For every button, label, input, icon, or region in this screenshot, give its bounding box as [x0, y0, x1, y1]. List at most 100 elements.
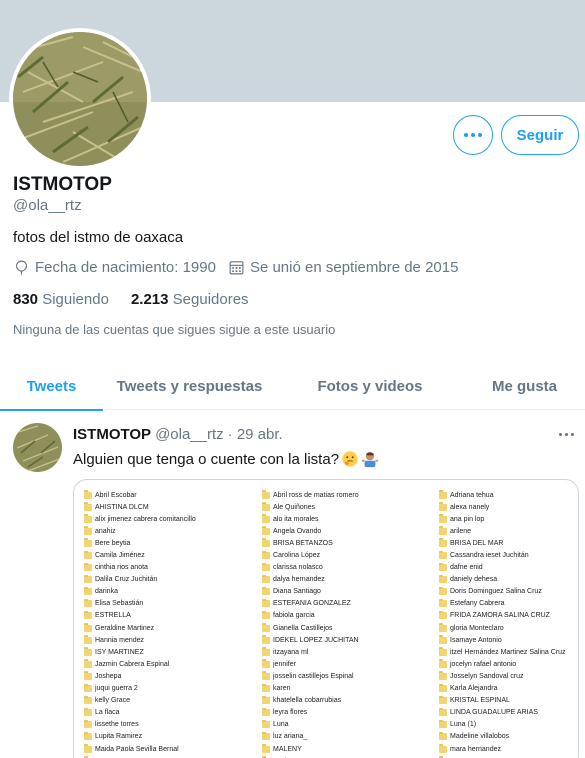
folder-list-item: Cassandra ieset Juchitán [439, 549, 566, 561]
folder-icon [84, 538, 92, 547]
folder-list-item: daniely dehesa [439, 574, 566, 586]
folder-list-item: Maida Paola Sevilla Bernal [84, 743, 196, 755]
follow-button[interactable]: Seguir [501, 115, 579, 155]
folder-name: Elisa Sebastián [95, 600, 144, 608]
folder-name: karen [273, 685, 291, 693]
folder-name: lissethe torres [95, 721, 139, 729]
folder-list-item: Hannia mendez [84, 634, 196, 646]
folder-icon [262, 623, 270, 632]
thinking-face-icon [342, 451, 358, 467]
birthdate: Fecha de nacimiento: 1990 [13, 259, 216, 276]
folder-name: Adriana tehua [450, 491, 494, 499]
folder-list-item: ISY MARTINEZ [84, 646, 196, 658]
tab-tweets[interactable]: Tweets [0, 362, 103, 411]
folder-icon [262, 719, 270, 729]
folder-icon [84, 671, 92, 680]
folder-icon [439, 671, 447, 680]
folder-icon [262, 586, 270, 596]
folder-icon [439, 659, 447, 668]
folder-name: Geraldine Martinez [95, 624, 155, 632]
folder-icon [439, 586, 447, 596]
folder-icon [262, 526, 270, 535]
folder-list-item: Luna [262, 719, 359, 731]
folder-list-item: itzel Hernández Martinez Salina Cruz [439, 646, 566, 658]
folder-icon [439, 562, 447, 572]
folder-list-item: ana pin lop [439, 513, 566, 525]
join-date: Se unió en septiembre de 2015 [228, 259, 458, 276]
tweet-media-image[interactable]: Abril Escobar AHISTINA DLCM alix jimenez c… [73, 479, 579, 758]
profile-handle: @ola__rtz [13, 197, 82, 214]
folder-name: khatelella cobarrubias [273, 697, 342, 705]
tweet-date[interactable]: · 29 abr. [228, 426, 283, 443]
tab-media[interactable]: Fotos y videos [276, 362, 464, 410]
profile-avatar[interactable] [9, 28, 151, 170]
folder-list-item: BRISA DEL MAR [439, 537, 566, 549]
folder-name: dafne enid [450, 564, 483, 572]
folder-list-item: Adriana tehua [439, 489, 566, 501]
folder-icon [439, 707, 447, 717]
tab-likes[interactable]: Me gusta [464, 362, 585, 410]
folder-name: Abril ross de matias romero [273, 491, 359, 499]
folder-list-item: dalya hernandez [262, 574, 359, 586]
folder-name: jennifer [273, 660, 296, 668]
folder-name: luz ariana_ [273, 733, 308, 741]
folder-icon [262, 683, 270, 693]
folder-list-item: Dalila Cruz Juchitán [84, 574, 196, 586]
tweet-avatar[interactable] [13, 423, 62, 472]
folder-icon [262, 550, 270, 560]
folder-name: Bere beytia [95, 539, 131, 547]
folder-list-item: josselin castillejos Espinal [262, 670, 359, 682]
folder-name: alix jimenez cabrera comitancillo [95, 515, 196, 523]
folder-name: Hannia mendez [95, 636, 145, 644]
folder-list-item: Elisa Sebastián [84, 598, 196, 610]
folder-icon [262, 731, 270, 741]
followers-stat[interactable]: 2.213 Seguidores [131, 291, 249, 308]
tweet-author-name[interactable]: ISTMOTOP [73, 426, 151, 443]
folder-name: Lupita Ramirez [95, 733, 143, 741]
folder-icon [262, 635, 270, 644]
folder-name: ESTRELLA [95, 612, 131, 620]
folder-list-item: Abril ross de matias romero [262, 489, 359, 501]
folder-icon [439, 695, 447, 705]
folder-list-item: kelly Grace [84, 695, 196, 707]
more-options-button[interactable] [453, 115, 493, 155]
folder-icon [262, 538, 270, 547]
folder-icon [439, 526, 447, 535]
following-stat[interactable]: 830 Siguiendo [13, 291, 109, 308]
folder-icon [262, 514, 270, 523]
tweet-text: Alguien que tenga o cuente con la lista? [73, 450, 340, 468]
folder-icon [84, 598, 92, 608]
folder-list-item: MALENY [262, 743, 359, 755]
followers-you-know-note: Ninguna de las cuentas que sigues sigue … [13, 322, 336, 337]
folder-icon [439, 550, 447, 560]
folder-name: Luna (1) [450, 721, 477, 729]
birthdate-text: Fecha de nacimiento: 1990 [35, 259, 216, 276]
folder-icon [84, 574, 92, 584]
profile-tabs: Tweets Tweets y respuestas Fotos y video… [0, 362, 585, 411]
folder-name: Estefany Cabrera [450, 600, 505, 608]
folder-icon [84, 550, 92, 560]
folder-name: cinthia rios anota [95, 564, 148, 572]
folder-icon [84, 744, 92, 753]
folder-name: mara hernandez [450, 745, 501, 753]
tab-tweets-replies[interactable]: Tweets y respuestas [103, 362, 276, 410]
tweet-more-icon[interactable] [559, 428, 579, 440]
folder-name: Maida Paola Sevilla Bernal [95, 745, 179, 753]
folder-name: darinka [95, 588, 118, 596]
tweet-author-handle[interactable]: @ola__rtz [155, 426, 224, 443]
folder-name: Carolina López [273, 552, 321, 560]
folder-icon [439, 647, 447, 656]
folder-name: BRISA DEL MAR [450, 539, 504, 547]
folder-list-item: ESTEFANIA GONZALEZ [262, 598, 359, 610]
folder-list-item: jennifer [262, 658, 359, 670]
folder-list-item: darinka [84, 586, 196, 598]
folder-list-item: juqui guerra 2 [84, 683, 196, 695]
folder-icon [262, 490, 270, 499]
folder-list-item: cinthia rios anota [84, 562, 196, 574]
folder-icon [84, 647, 92, 656]
folder-name: FRIDA ZAMORA SALINA CRUZ [450, 612, 550, 620]
folder-name: Abril Escobar [95, 491, 137, 499]
folder-list-item: Geraldine Martinez [84, 622, 196, 634]
folder-name: Ale Quiñones [273, 503, 316, 511]
more-dots-icon [464, 133, 482, 137]
